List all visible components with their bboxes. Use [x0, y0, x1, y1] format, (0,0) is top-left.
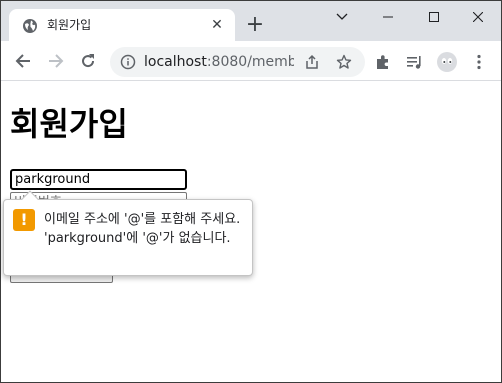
globe-icon [22, 18, 38, 34]
validation-message: 이메일 주소에 '@'를 포함해 주세요. 'parkground'에 '@'가… [44, 212, 241, 246]
warning-icon: ! [13, 209, 35, 231]
new-tab-button[interactable]: + [244, 14, 266, 37]
site-info-icon[interactable] [120, 54, 136, 70]
back-arrow-icon[interactable] [12, 50, 34, 72]
bookmark-star-icon[interactable] [336, 54, 352, 70]
tab-search-chevron-icon[interactable] [319, 3, 365, 31]
url-path: :8080/memb... [206, 54, 294, 70]
address-bar[interactable]: localhost:8080/memb... [110, 47, 365, 77]
tab-title: 회원가입 [47, 18, 92, 32]
browser-tab[interactable]: 회원가입 ✕ [9, 9, 235, 41]
share-icon[interactable] [304, 54, 320, 70]
validation-tooltip: ! 이메일 주소에 '@'를 포함해 주세요. 'parkground'에 '@… [3, 190, 253, 276]
url-text: localhost:8080/memb... [144, 54, 294, 70]
window-close-icon[interactable] [455, 3, 501, 31]
extensions-icon[interactable] [373, 52, 393, 72]
forward-arrow-icon[interactable] [45, 50, 67, 72]
menu-kebab-icon[interactable] [469, 52, 489, 72]
profile-avatar[interactable] [437, 52, 457, 72]
page-title: 회원가입 [10, 105, 128, 143]
email-field[interactable] [10, 169, 187, 190]
media-control-icon[interactable] [405, 52, 425, 72]
reload-icon[interactable] [77, 50, 99, 72]
tab-close-icon[interactable]: ✕ [209, 17, 225, 33]
tab-strip: 회원가입 ✕ + [1, 1, 501, 41]
minimize-icon[interactable] [365, 3, 411, 31]
url-host: localhost [144, 54, 207, 70]
maximize-icon[interactable] [411, 3, 457, 31]
